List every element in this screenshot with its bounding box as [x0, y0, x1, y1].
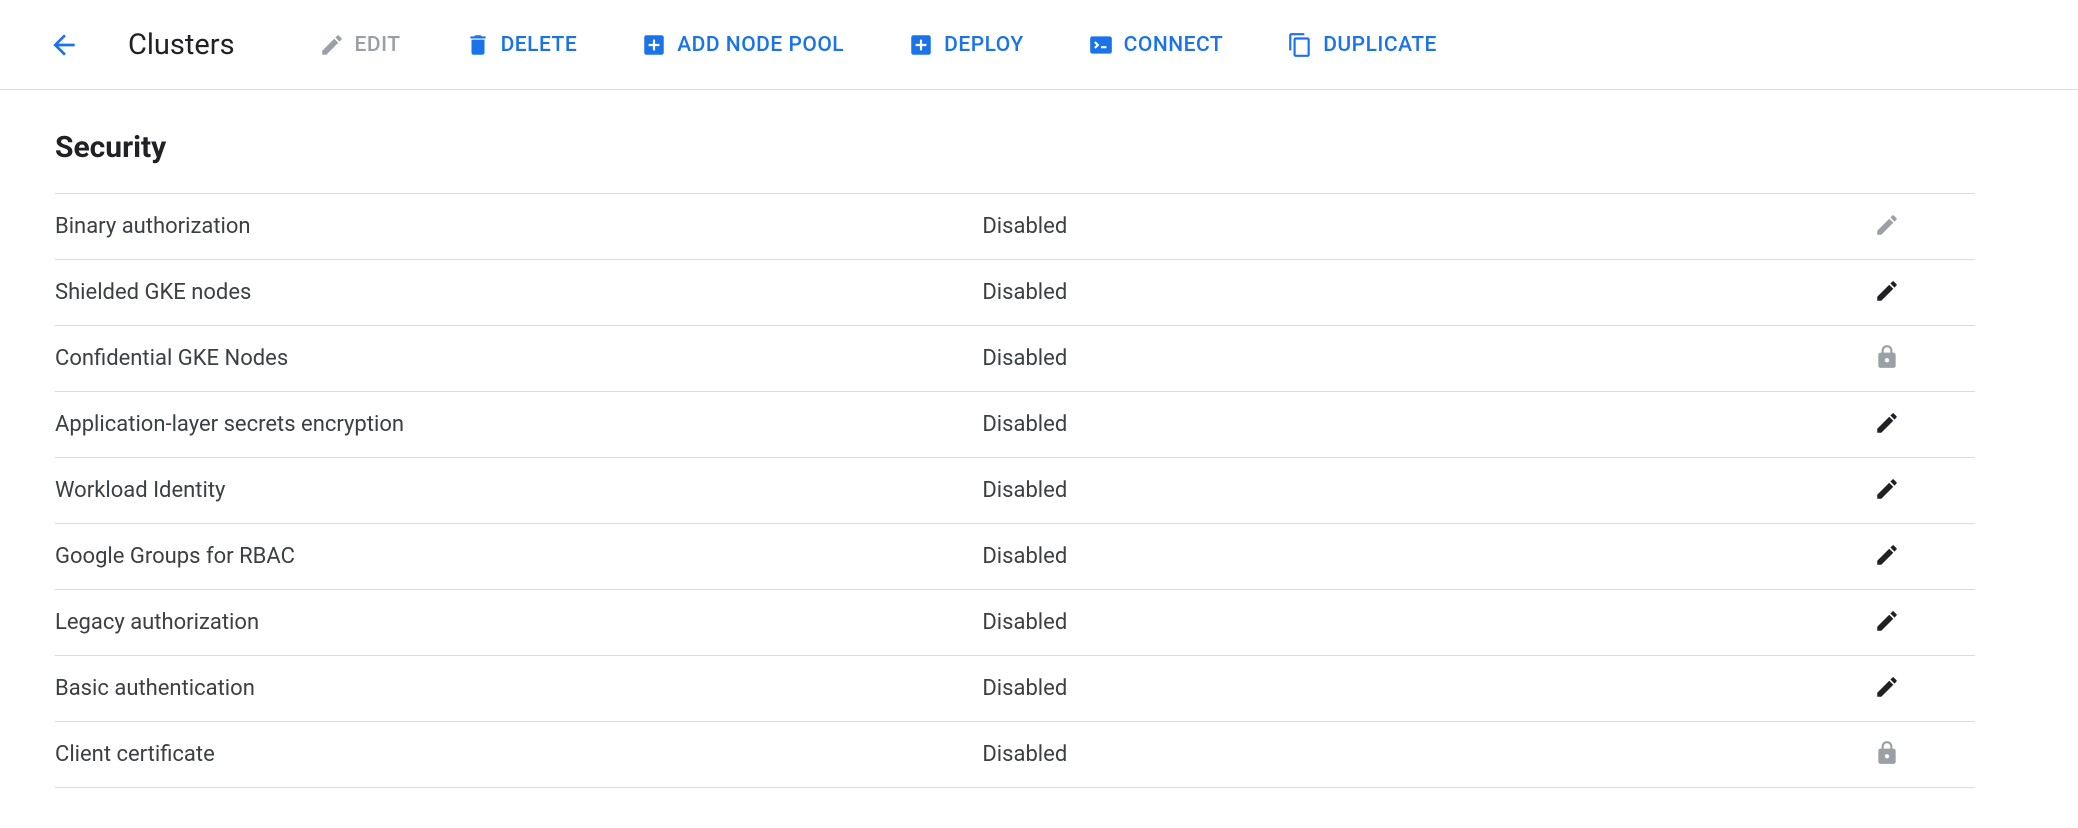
- pencil-icon: [319, 32, 345, 58]
- deploy-button-label: DEPLOY: [944, 33, 1024, 57]
- edit-setting-button[interactable]: [1871, 209, 1903, 241]
- setting-value: Disabled: [982, 524, 1870, 590]
- table-row: Basic authenticationDisabled: [55, 656, 1975, 722]
- table-row: Workload IdentityDisabled: [55, 458, 1975, 524]
- edit-setting-button[interactable]: [1871, 605, 1903, 637]
- lock-icon: [1871, 737, 1903, 769]
- connect-button-label: CONNECT: [1124, 33, 1224, 57]
- setting-label: Google Groups for RBAC: [55, 524, 982, 590]
- setting-label: Workload Identity: [55, 458, 982, 524]
- plus-box-icon: [641, 32, 667, 58]
- setting-label: Binary authorization: [55, 194, 982, 260]
- edit-button[interactable]: EDIT: [315, 24, 405, 66]
- edit-setting-button[interactable]: [1871, 407, 1903, 439]
- setting-label: Basic authentication: [55, 656, 982, 722]
- table-row: Application-layer secrets encryptionDisa…: [55, 392, 1975, 458]
- setting-label: Legacy authorization: [55, 590, 982, 656]
- back-button[interactable]: [40, 21, 88, 69]
- toolbar-actions: EDIT DELETE ADD NODE POOL DEPLOY CONNECT: [315, 24, 1441, 66]
- setting-label: Confidential GKE Nodes: [55, 326, 982, 392]
- trash-icon: [465, 32, 491, 58]
- content: Security Binary authorizationDisabledShi…: [0, 90, 2078, 828]
- setting-value: Disabled: [982, 392, 1870, 458]
- setting-value: Disabled: [982, 590, 1870, 656]
- edit-setting-button[interactable]: [1871, 473, 1903, 505]
- delete-button-label: DELETE: [501, 33, 578, 57]
- setting-value: Disabled: [982, 260, 1870, 326]
- setting-label: Application-layer secrets encryption: [55, 392, 982, 458]
- deploy-button[interactable]: DEPLOY: [904, 24, 1028, 66]
- edit-setting-button[interactable]: [1871, 275, 1903, 307]
- table-row: Confidential GKE NodesDisabled: [55, 326, 1975, 392]
- section-title: Security: [55, 130, 2023, 165]
- setting-label: Shielded GKE nodes: [55, 260, 982, 326]
- table-row: Legacy authorizationDisabled: [55, 590, 1975, 656]
- delete-button[interactable]: DELETE: [461, 24, 582, 66]
- copy-icon: [1287, 32, 1313, 58]
- table-row: Google Groups for RBACDisabled: [55, 524, 1975, 590]
- arrow-left-icon: [48, 29, 80, 61]
- table-row: Client certificateDisabled: [55, 722, 1975, 788]
- setting-label: Client certificate: [55, 722, 982, 788]
- edit-setting-button[interactable]: [1871, 539, 1903, 571]
- add-node-pool-button[interactable]: ADD NODE POOL: [637, 24, 848, 66]
- lock-icon: [1871, 341, 1903, 373]
- setting-value: Disabled: [982, 458, 1870, 524]
- page-title: Clusters: [128, 28, 235, 62]
- edit-setting-button[interactable]: [1871, 671, 1903, 703]
- terminal-icon: [1088, 32, 1114, 58]
- connect-button[interactable]: CONNECT: [1084, 24, 1228, 66]
- table-row: Binary authorizationDisabled: [55, 194, 1975, 260]
- setting-value: Disabled: [982, 326, 1870, 392]
- add-node-pool-button-label: ADD NODE POOL: [677, 33, 844, 57]
- table-row: Shielded GKE nodesDisabled: [55, 260, 1975, 326]
- security-settings-table: Binary authorizationDisabledShielded GKE…: [55, 193, 1975, 788]
- setting-value: Disabled: [982, 194, 1870, 260]
- duplicate-button-label: DUPLICATE: [1323, 33, 1437, 57]
- toolbar: Clusters EDIT DELETE ADD NODE POOL DEPLO…: [0, 0, 2078, 90]
- setting-value: Disabled: [982, 656, 1870, 722]
- plus-box-icon: [908, 32, 934, 58]
- edit-button-label: EDIT: [355, 33, 401, 57]
- duplicate-button[interactable]: DUPLICATE: [1283, 24, 1441, 66]
- setting-value: Disabled: [982, 722, 1870, 788]
